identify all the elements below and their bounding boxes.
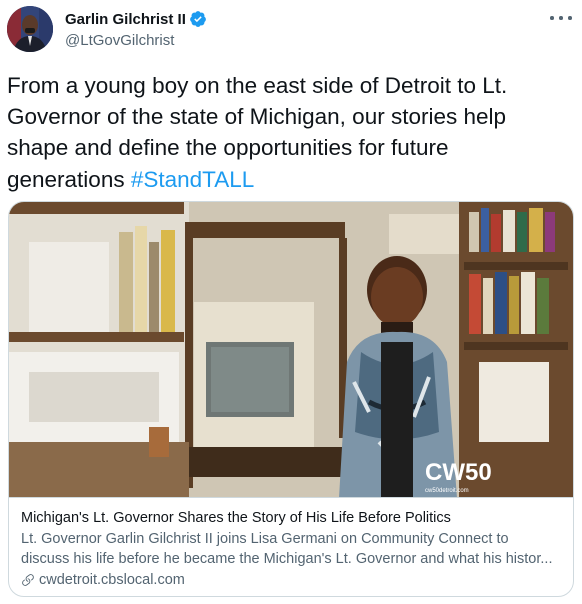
watermark-logo: CW50 — [425, 459, 492, 486]
dot — [568, 16, 572, 20]
card-image[interactable]: CW50 cw50detroit.com — [9, 202, 573, 498]
watermark-subtext: cw50detroit.com — [425, 488, 469, 494]
more-options-icon[interactable] — [550, 10, 572, 26]
card-description: Lt. Governor Garlin Gilchrist II joins L… — [21, 529, 563, 569]
tweet-text-line: Governor of the state of Michigan, our s… — [7, 104, 507, 130]
dot — [559, 16, 563, 20]
link-icon — [22, 574, 34, 586]
display-name[interactable]: Garlin Gilchrist II — [65, 11, 186, 28]
tweet: Garlin Gilchrist II @LtGovGilchrist From… — [0, 0, 582, 604]
author-info: Garlin Gilchrist II @LtGovGilchrist — [65, 9, 207, 49]
dot — [550, 16, 554, 20]
card-photo: CW50 cw50detroit.com — [9, 202, 573, 497]
card-domain-text: cwdetroit.cbslocal.com — [39, 572, 185, 588]
card-description-line: Lt. Governor Garlin Gilchrist II joins L… — [21, 531, 509, 547]
hashtag-link[interactable]: #StandTALL — [131, 167, 254, 192]
card-description-line: discuss his life before he became the Mi… — [21, 551, 553, 567]
handle[interactable]: @LtGovGilchrist — [65, 32, 207, 49]
card-title[interactable]: Michigan's Lt. Governor Shares the Story… — [21, 510, 563, 526]
link-card[interactable]: CW50 cw50detroit.com Michigan's Lt. Gove… — [8, 201, 574, 597]
tweet-text-line: generations — [7, 166, 131, 192]
card-body: Michigan's Lt. Governor Shares the Story… — [21, 510, 563, 588]
card-domain[interactable]: cwdetroit.cbslocal.com — [21, 572, 563, 588]
avatar-photo-icon — [7, 6, 53, 52]
name-row: Garlin Gilchrist II — [65, 9, 207, 29]
tweet-text-line: shape and define the opportunities for f… — [7, 135, 449, 161]
tweet-text: From a young boy on the east side of Det… — [7, 70, 573, 195]
tweet-text-line: From a young boy on the east side of Det… — [7, 73, 508, 98]
verified-badge-icon — [189, 10, 207, 28]
avatar[interactable] — [7, 6, 53, 52]
